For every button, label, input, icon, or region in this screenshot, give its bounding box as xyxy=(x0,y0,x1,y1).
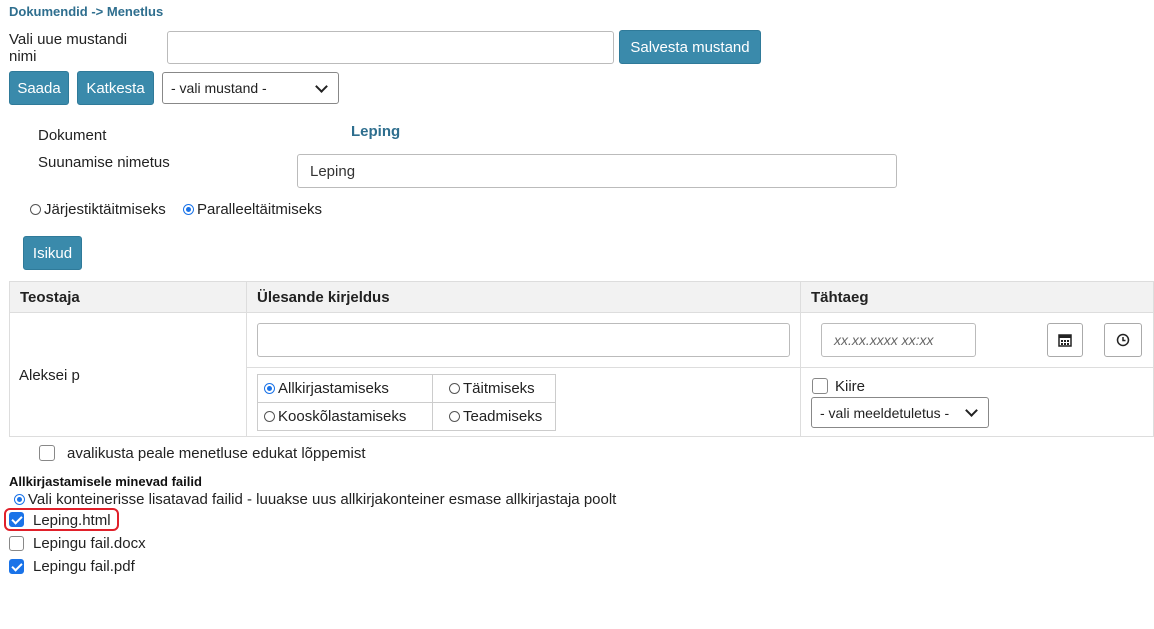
task-type-label: Teadmiseks xyxy=(463,408,543,425)
routing-name-label: Suunamise nimetus xyxy=(38,154,170,171)
deadline-placeholder: xx.xx.xxxx xx:xx xyxy=(834,332,934,348)
task-type-label: Allkirjastamiseks xyxy=(278,380,389,397)
task-type-radio[interactable] xyxy=(264,411,275,422)
file-name: Leping.html xyxy=(33,512,111,529)
sequential-label: Järjestiktäitmiseks xyxy=(44,201,166,218)
task-type-label: Täitmiseks xyxy=(463,380,535,397)
parallel-radio[interactable] xyxy=(183,204,194,215)
task-type-radio[interactable] xyxy=(449,411,460,422)
publish-label: avalikusta peale menetluse edukat lõppem… xyxy=(67,445,366,462)
task-type-option[interactable]: Allkirjastamiseks xyxy=(257,374,433,403)
urgent-checkbox[interactable] xyxy=(812,378,828,394)
task-description-input[interactable] xyxy=(257,323,790,357)
file-checkbox[interactable] xyxy=(9,536,24,551)
template-name-input[interactable] xyxy=(167,31,614,64)
task-type-label: Kooskõlastamiseks xyxy=(278,408,407,425)
column-header-deadline: Tähtaeg xyxy=(800,281,1154,313)
parallel-label: Paralleeltäitmiseks xyxy=(197,201,323,218)
executor-name: Aleksei p xyxy=(19,367,80,384)
column-header-executor: Teostaja xyxy=(9,281,247,313)
sequential-radio[interactable] xyxy=(30,204,41,215)
task-type-radio[interactable] xyxy=(264,383,275,394)
deadline-input[interactable]: xx.xx.xxxx xx:xx xyxy=(821,323,976,357)
files-heading: Allkirjastamisele minevad failid xyxy=(9,474,202,489)
file-checkbox[interactable] xyxy=(9,512,24,527)
document-value: Leping xyxy=(351,123,401,140)
calendar-button[interactable] xyxy=(1047,323,1083,357)
document-label: Dokument xyxy=(38,127,107,144)
reminder-select[interactable]: - vali meeldetuletus - xyxy=(811,397,989,428)
draft-select[interactable]: - vali mustand - xyxy=(162,72,339,104)
cancel-button[interactable]: Katkesta xyxy=(77,71,154,105)
save-draft-button[interactable]: Salvesta mustand xyxy=(619,30,761,64)
calendar-icon xyxy=(1058,334,1072,347)
container-option-label: Vali konteinerisse lisatavad failid - lu… xyxy=(28,491,617,508)
chevron-down-icon xyxy=(315,79,328,93)
publish-checkbox[interactable] xyxy=(39,445,55,461)
mode-sequential[interactable]: Järjestiktäitmiseks xyxy=(30,201,166,218)
file-name: Lepingu fail.docx xyxy=(33,535,146,552)
container-option[interactable]: Vali konteinerisse lisatavad failid - lu… xyxy=(14,491,616,508)
task-type-radio[interactable] xyxy=(449,383,460,394)
routing-name-input[interactable]: Leping xyxy=(297,154,897,188)
clock-icon xyxy=(1116,333,1130,347)
persons-button[interactable]: Isikud xyxy=(23,236,82,270)
template-name-label: Vali uue mustandi nimi xyxy=(9,31,128,65)
task-type-option[interactable]: Teadmiseks xyxy=(432,402,556,431)
reminder-select-value: - vali meeldetuletus - xyxy=(820,404,950,421)
mode-parallel[interactable]: Paralleeltäitmiseks xyxy=(183,201,322,218)
draft-select-value: - vali mustand - xyxy=(171,80,267,96)
send-button[interactable]: Saada xyxy=(9,71,69,105)
file-checkbox[interactable] xyxy=(9,559,24,574)
column-header-description: Ülesande kirjeldus xyxy=(246,281,801,313)
container-radio[interactable] xyxy=(14,494,25,505)
file-name: Lepingu fail.pdf xyxy=(33,558,135,575)
task-type-option[interactable]: Kooskõlastamiseks xyxy=(257,402,433,431)
chevron-down-icon xyxy=(965,404,978,417)
breadcrumb[interactable]: Dokumendid -> Menetlus xyxy=(9,4,163,19)
urgent-label: Kiire xyxy=(835,378,866,395)
time-button[interactable] xyxy=(1104,323,1142,357)
task-type-option[interactable]: Täitmiseks xyxy=(432,374,556,403)
